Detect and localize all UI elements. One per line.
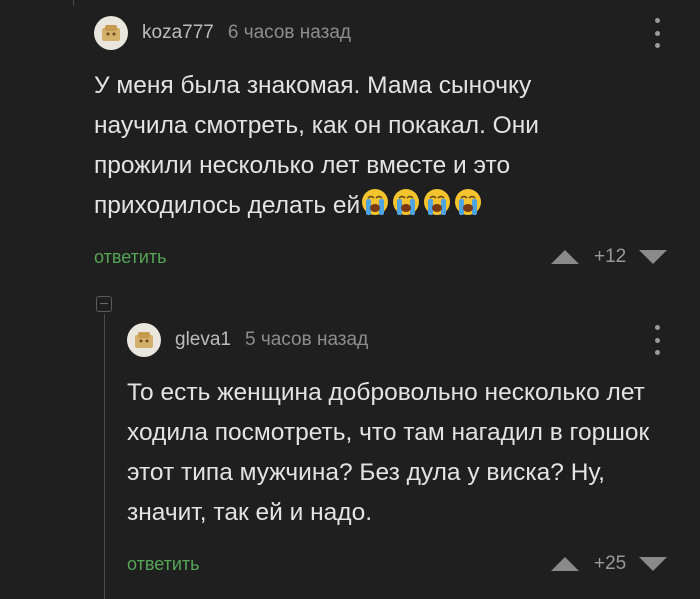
rating: +25: [550, 553, 668, 575]
dot-icon: [654, 325, 660, 330]
loudly-crying-face-icon: [424, 189, 451, 215]
dot-icon: [654, 18, 660, 23]
username[interactable]: gleva1: [175, 329, 231, 351]
avatar[interactable]: [94, 16, 128, 50]
dot-icon: [654, 337, 660, 343]
collapse-thread-button[interactable]: [96, 296, 112, 312]
more-menu-button[interactable]: [654, 325, 660, 355]
comment-koza777: koza777 6 часов назад У меня была знаком…: [94, 13, 694, 273]
comment-text: То есть женщина добровольно несколько ле…: [127, 373, 687, 533]
reply-button[interactable]: ответить: [127, 554, 200, 575]
downvote-icon[interactable]: [638, 249, 668, 265]
comment-header: koza777 6 часов назад: [94, 13, 694, 53]
upvote-icon[interactable]: [550, 556, 580, 572]
loudly-crying-face-icon: [362, 189, 389, 215]
avatar-icon: [135, 332, 153, 348]
dot-icon: [654, 43, 660, 48]
comment-gleva1: gleva1 5 часов назад То есть женщина доб…: [127, 320, 694, 590]
downvote-icon[interactable]: [638, 556, 668, 572]
more-menu-button[interactable]: [654, 18, 660, 48]
dot-icon: [654, 350, 660, 355]
score: +25: [594, 553, 627, 574]
comment-text-content: То есть женщина добровольно несколько ле…: [127, 379, 650, 526]
loudly-crying-face-icon: [393, 189, 420, 215]
username[interactable]: koza777: [142, 22, 214, 44]
score: +12: [594, 246, 627, 267]
rating: +12: [550, 246, 668, 268]
loudly-crying-face-icon: [455, 189, 482, 215]
avatar-icon: [102, 25, 120, 41]
upvote-icon[interactable]: [550, 249, 580, 265]
timestamp: 5 часов назад: [245, 329, 369, 350]
comment-text: У меня была знакомая. Мама сыночку научи…: [94, 66, 564, 226]
thread-line-nested: [104, 314, 105, 599]
emoji-group: [360, 189, 484, 219]
reply-button[interactable]: ответить: [94, 247, 167, 268]
timestamp: 6 часов назад: [227, 22, 352, 43]
avatar[interactable]: [127, 323, 161, 357]
dot-icon: [654, 30, 660, 36]
thread-line-top: [73, 0, 74, 6]
comment-header: gleva1 5 часов назад: [127, 320, 694, 360]
